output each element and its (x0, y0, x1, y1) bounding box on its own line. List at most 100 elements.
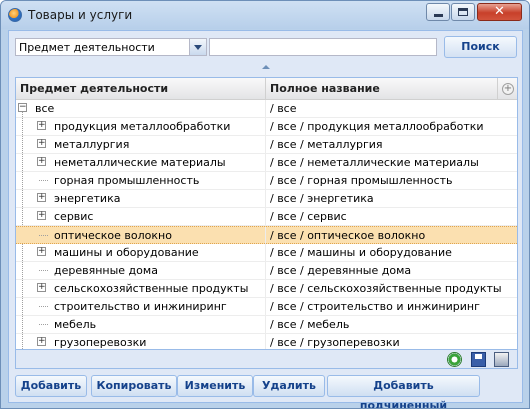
full-name-cell: / все / сельскохозяйственные продукты (270, 282, 502, 295)
full-name-cell: / все / мебель (270, 318, 350, 331)
activity-label: все (35, 102, 55, 115)
table-row[interactable]: строительство и инжиниринг / все / строит… (16, 298, 517, 316)
activity-cell: + сельскохозяйственные продукты (16, 280, 266, 297)
activity-cell: + машины и оборудование (16, 244, 266, 261)
full-name-cell: / все / продукция металлообработки (270, 120, 484, 133)
expand-icon[interactable]: + (37, 211, 46, 220)
minimize-icon (433, 13, 443, 17)
tree-leaf-connector (39, 270, 48, 271)
table-row[interactable]: мебель / все / мебель (16, 316, 517, 334)
delete-button[interactable]: Удалить (253, 375, 325, 397)
save-icon[interactable] (471, 352, 486, 367)
activity-label: продукция металлообработки (54, 120, 231, 133)
table-row[interactable]: + энергетика / все / энергетика (16, 190, 517, 208)
activity-label: машины и оборудование (54, 246, 199, 259)
full-name-cell: / все / энергетика (270, 192, 374, 205)
close-icon: ✕ (494, 4, 505, 19)
tree-leaf-connector (39, 235, 48, 236)
expand-icon[interactable]: + (37, 193, 46, 202)
print-icon[interactable] (494, 352, 509, 367)
full-name-cell: / все / неметаллические материалы (270, 156, 479, 169)
field-select-value: Предмет деятельности (19, 41, 155, 54)
activity-label: металлургия (54, 138, 130, 151)
collapse-arrow-icon[interactable] (261, 65, 270, 69)
full-name-cell: / все / оптическое волокно (270, 229, 426, 242)
close-button[interactable]: ✕ (477, 3, 522, 21)
minimize-button[interactable] (426, 3, 450, 21)
activity-label: оптическое волокно (54, 229, 172, 242)
activity-label: грузоперевозки (54, 336, 147, 349)
tree-grid: Предмет деятельности Полное название + −… (15, 77, 518, 369)
table-row[interactable]: + сервис / все / сервис (16, 208, 517, 226)
activity-cell: + металлургия (16, 136, 266, 153)
expand-icon[interactable]: + (37, 337, 46, 346)
activity-label: энергетика (54, 192, 121, 205)
activity-cell: − все (16, 100, 266, 117)
maximize-icon (458, 8, 468, 16)
activity-label: сельскохозяйственные продукты (54, 282, 249, 295)
window-title: Товары и услуги (28, 8, 133, 22)
search-toolbar: Предмет деятельности Поиск (9, 31, 522, 63)
table-row[interactable]: + сельскохозяйственные продукты / все / се… (16, 280, 517, 298)
table-row[interactable]: оптическое волокно / все / оптическое вол… (16, 226, 517, 244)
globe-icon (8, 8, 22, 22)
activity-cell: строительство и инжиниринг (16, 298, 266, 315)
edit-button[interactable]: Изменить (177, 375, 253, 397)
activity-label: мебель (54, 318, 97, 331)
add-button[interactable]: Добавить (15, 375, 87, 397)
expand-icon[interactable]: + (37, 157, 46, 166)
activity-cell: оптическое волокно (16, 227, 266, 244)
activity-label: деревянные дома (54, 264, 158, 277)
app-window: Товары и услуги ✕ Предмет деятельности П… (0, 0, 530, 409)
table-row[interactable]: деревянные дома / все / деревянные дома (16, 262, 517, 280)
activity-cell: горная промышленность (16, 172, 266, 189)
activity-label: сервис (54, 210, 94, 223)
search-input[interactable] (209, 38, 437, 56)
maximize-button[interactable] (451, 3, 475, 21)
full-name-cell: / все / грузоперевозки (270, 336, 400, 349)
activity-cell: + неметаллические материалы (16, 154, 266, 171)
column-header-activity[interactable]: Предмет деятельности (16, 78, 266, 100)
title-bar[interactable]: Товары и услуги ✕ (1, 1, 529, 29)
collapse-splitter[interactable] (9, 63, 522, 71)
column-header-full-name[interactable]: Полное название (266, 78, 498, 100)
table-row[interactable]: + продукция металлообработки / все / проду… (16, 118, 517, 136)
table-row[interactable]: + неметаллические материалы / все / немета… (16, 154, 517, 172)
refresh-icon[interactable] (447, 352, 462, 367)
activity-cell: мебель (16, 316, 266, 333)
table-row[interactable]: + металлургия / все / металлургия (16, 136, 517, 154)
tree-leaf-connector (39, 324, 48, 325)
activity-cell: + продукция металлообработки (16, 118, 266, 135)
grid-footer (16, 349, 517, 368)
activity-label: неметаллические материалы (54, 156, 226, 169)
window-content: Предмет деятельности Поиск Предмет деяте… (8, 30, 523, 408)
tree-leaf-connector (39, 180, 48, 181)
full-name-cell: / все / машины и оборудование (270, 246, 452, 259)
full-name-cell: / все / сервис (270, 210, 347, 223)
full-name-cell: / все / горная промышленность (270, 174, 453, 187)
expand-icon[interactable]: + (37, 121, 46, 130)
tree-leaf-connector (39, 306, 48, 307)
expand-icon[interactable]: + (37, 247, 46, 256)
field-select[interactable]: Предмет деятельности (15, 38, 207, 56)
activity-cell: + энергетика (16, 190, 266, 207)
activity-label: строительство и инжиниринг (54, 300, 227, 313)
full-name-cell: / все / строительство и инжиниринг (270, 300, 480, 313)
table-row[interactable]: + машины и оборудование / все / машины и о… (16, 244, 517, 262)
expand-icon[interactable]: + (37, 139, 46, 148)
full-name-cell: / все / металлургия (270, 138, 383, 151)
table-row[interactable]: − все / все (16, 100, 517, 118)
activity-cell: + сервис (16, 208, 266, 225)
dropdown-arrow-icon[interactable] (189, 39, 206, 55)
search-button[interactable]: Поиск (444, 36, 517, 58)
expand-icon[interactable]: + (37, 283, 46, 292)
action-buttons: Добавить Копировать Изменить Удалить Доб… (9, 373, 522, 408)
full-name-cell: / все / деревянные дома (270, 264, 412, 277)
add-column-icon[interactable]: + (502, 83, 514, 95)
copy-button[interactable]: Копировать (91, 375, 177, 397)
add-child-button[interactable]: Добавить подчиненный (327, 375, 480, 408)
grid-header: Предмет деятельности Полное название + (16, 78, 517, 100)
table-row[interactable]: горная промышленность / все / горная пром… (16, 172, 517, 190)
collapse-icon[interactable]: − (18, 103, 27, 112)
activity-label: горная промышленность (54, 174, 200, 187)
